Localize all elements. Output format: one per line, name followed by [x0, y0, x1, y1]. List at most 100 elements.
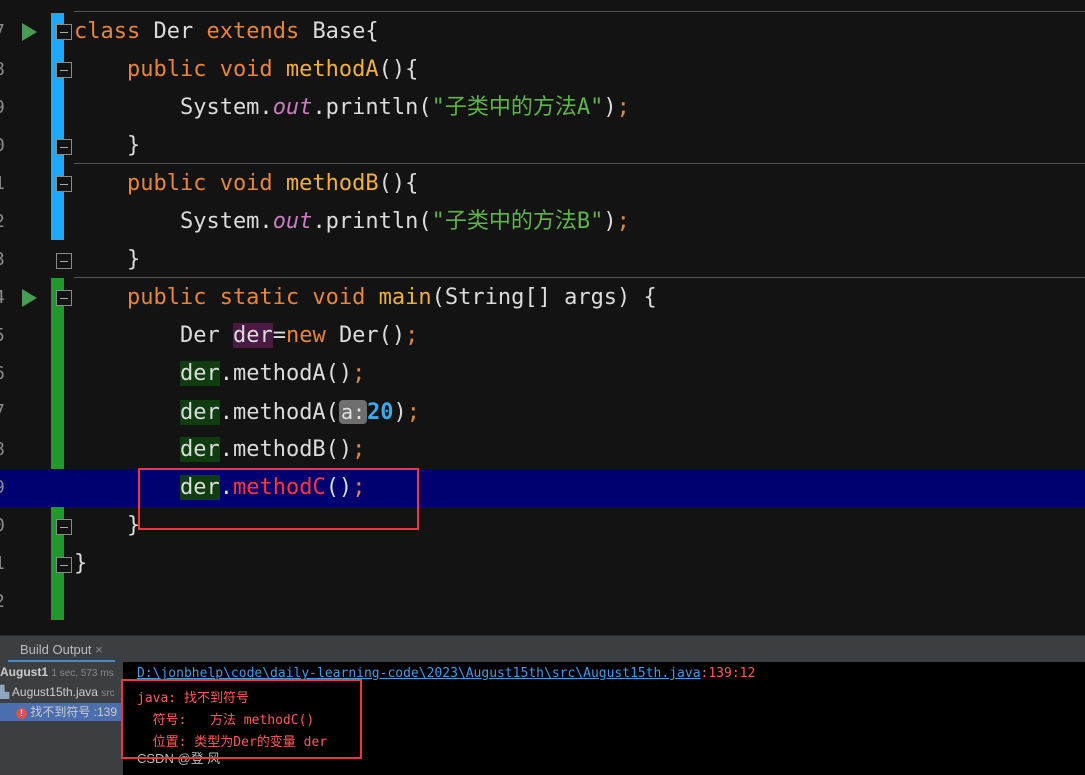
file-suffix: src: [101, 688, 115, 699]
code-text: }: [74, 512, 140, 540]
code-token: (String[] args) {: [431, 285, 657, 310]
build-time: 1 sec, 573 ms: [51, 668, 114, 679]
line-number: 9: [0, 97, 8, 118]
line-number: 0: [0, 135, 8, 156]
code-token: (){: [378, 57, 419, 82]
code-line[interactable]: 3 }: [0, 241, 1085, 279]
code-line[interactable]: 8 public void methodA(){: [0, 51, 1085, 89]
code-token: der: [179, 400, 220, 425]
code-token: (){: [378, 171, 419, 196]
line-number: 1: [0, 553, 8, 574]
line-number: 6: [0, 363, 8, 384]
tree-item-error[interactable]: ! 找不到符号 :139: [0, 703, 123, 721]
code-text: public void methodA(){: [74, 56, 418, 84]
fold-collapse-icon[interactable]: [56, 24, 72, 40]
fold-collapse-icon[interactable]: [56, 176, 72, 192]
code-token: =: [272, 323, 286, 348]
code-token: }: [74, 133, 141, 158]
code-token: ;: [406, 400, 421, 425]
code-token: Der: [74, 323, 233, 348]
tree-item-file[interactable]: ▙ August15th.java src: [0, 683, 115, 701]
run-icon[interactable]: [22, 23, 37, 41]
code-token: Der: [153, 19, 207, 44]
fold-end-icon[interactable]: [56, 519, 72, 535]
tree-item-root[interactable]: August1 1 sec, 573 ms: [0, 663, 114, 681]
code-line[interactable]: 9 System.out.println("子类中的方法A");: [0, 89, 1085, 127]
code-token: "子类中的方法B": [431, 209, 604, 234]
code-token: "子类中的方法A": [431, 95, 604, 120]
tool-window-tabbar: Build Output ×: [0, 635, 1085, 663]
code-token: System.: [74, 95, 273, 120]
code-line[interactable]: 0 }: [0, 127, 1085, 165]
method-separator: [74, 11, 1085, 12]
code-token: }: [74, 247, 141, 272]
code-line[interactable]: 1}: [0, 545, 1085, 583]
line-number: 1: [0, 173, 8, 194]
code-token: methodB: [285, 171, 379, 196]
code-token: der: [179, 437, 220, 462]
line-number: 8: [0, 59, 8, 80]
file-label: August15th.java: [11, 685, 98, 699]
code-token: }: [74, 513, 141, 538]
error-icon: !: [16, 708, 27, 719]
code-line[interactable]: 7 der.methodA(a:20);: [0, 393, 1085, 431]
code-line[interactable]: 7 class Der extends Base{: [0, 13, 1085, 51]
code-token: a:: [338, 400, 368, 424]
code-token: 20: [367, 400, 394, 425]
code-token: methodA: [285, 57, 379, 82]
code-token: .methodA(: [219, 400, 339, 425]
code-line[interactable]: 8 der.methodB();: [0, 431, 1085, 469]
code-token: .methodB(): [219, 437, 353, 462]
code-token: main: [378, 285, 432, 310]
code-token: ;: [405, 323, 419, 348]
code-line[interactable]: 1 public void methodB(){: [0, 165, 1085, 203]
code-token: Der(): [338, 323, 406, 348]
code-text: der.methodB();: [74, 436, 365, 464]
code-editor[interactable]: 7 class Der extends Base{8 public void me…: [0, 0, 1085, 635]
fold-end-icon[interactable]: [56, 253, 72, 269]
code-line[interactable]: 6 der.methodA();: [0, 355, 1085, 393]
line-number: 8: [0, 439, 8, 460]
close-icon[interactable]: ×: [95, 642, 103, 657]
file-icon: ▙: [0, 685, 10, 699]
code-token: ): [393, 400, 407, 425]
code-token: Base{: [312, 19, 379, 44]
code-text: }: [74, 550, 87, 578]
code-text: System.out.println("子类中的方法A");: [74, 94, 630, 122]
code-line[interactable]: 5 Der der=new Der();: [0, 317, 1085, 355]
code-token: der: [179, 361, 220, 386]
code-text: public void methodB(){: [74, 170, 418, 198]
annotation-box: [138, 468, 419, 530]
fold-collapse-icon[interactable]: [56, 290, 72, 306]
code-token: }: [74, 551, 88, 576]
fold-end-icon[interactable]: [56, 139, 72, 155]
code-token: System.: [74, 209, 273, 234]
code-text: }: [74, 246, 140, 274]
code-token: ): [603, 209, 617, 234]
line-number: 0: [0, 515, 8, 536]
run-icon[interactable]: [22, 289, 37, 307]
code-text: der.methodA();: [74, 360, 365, 388]
code-token: public static void: [74, 285, 379, 310]
code-token: der: [232, 323, 273, 348]
line-number: 4: [0, 287, 8, 308]
fold-collapse-icon[interactable]: [56, 62, 72, 78]
code-token: ): [603, 95, 617, 120]
code-line[interactable]: 2: [0, 583, 1085, 621]
code-text: der.methodA(a:20);: [74, 398, 420, 427]
code-token: out: [272, 209, 313, 234]
code-token: .println(: [312, 95, 432, 120]
fold-end-icon[interactable]: [56, 557, 72, 573]
line-number: 7: [0, 21, 8, 42]
line-number: 2: [0, 211, 8, 232]
build-tree: August1 1 sec, 573 ms ▙ August15th.java …: [0, 662, 123, 775]
code-text: System.out.println("子类中的方法B");: [74, 208, 630, 236]
tab-build-output[interactable]: Build Output ×: [8, 636, 115, 663]
code-line[interactable]: 4 public static void main(String[] args)…: [0, 279, 1085, 317]
code-line[interactable]: 2 System.out.println("子类中的方法B");: [0, 203, 1085, 241]
code-token: public void: [74, 171, 286, 196]
code-token: extends: [206, 19, 313, 44]
root-label: August1: [0, 665, 48, 679]
